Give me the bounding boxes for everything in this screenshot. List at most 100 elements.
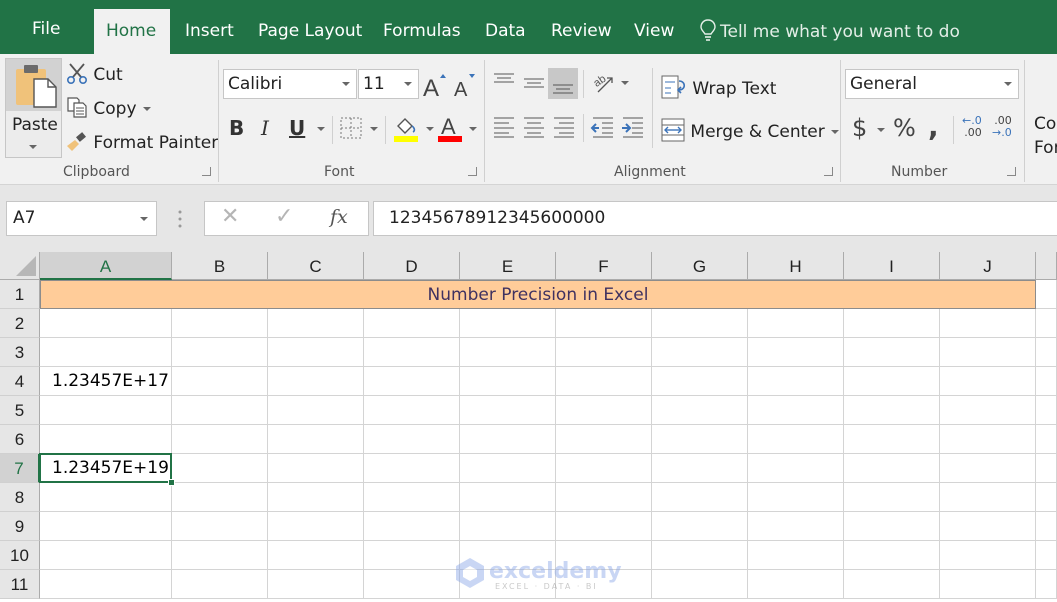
cell-d3[interactable]: [364, 338, 460, 367]
underline-dropdown-icon[interactable]: [317, 127, 325, 131]
cell-f10[interactable]: [556, 541, 652, 570]
cell-a3[interactable]: [40, 338, 172, 367]
cell-overflow[interactable]: [1036, 338, 1057, 367]
align-center-button[interactable]: [521, 114, 547, 144]
column-header-b[interactable]: B: [172, 252, 268, 280]
cell-b11[interactable]: [172, 570, 268, 599]
cut-button[interactable]: Cut: [66, 62, 123, 85]
copy-dropdown-icon[interactable]: [142, 107, 151, 111]
cell-g2[interactable]: [652, 309, 748, 338]
merged-title-cell-a1-j1[interactable]: Number Precision in Excel: [40, 280, 1036, 309]
cell-i4[interactable]: [844, 367, 940, 396]
middle-align-button[interactable]: [521, 68, 547, 102]
increase-font-size-button[interactable]: A: [423, 72, 447, 102]
copy-button[interactable]: Copy: [66, 96, 151, 119]
cell-d10[interactable]: [364, 541, 460, 570]
number-launcher-icon[interactable]: [1007, 167, 1016, 176]
cell-i5[interactable]: [844, 396, 940, 425]
orientation-dropdown-icon[interactable]: [621, 81, 629, 85]
cell-g10[interactable]: [652, 541, 748, 570]
cell-a8[interactable]: [40, 483, 172, 512]
row-header-4[interactable]: 4: [0, 367, 40, 396]
increase-decimal-button[interactable]: ←.0 .00: [962, 115, 982, 139]
cell-j5[interactable]: [940, 396, 1036, 425]
bottom-align-button[interactable]: [548, 68, 578, 99]
cell-j10[interactable]: [940, 541, 1036, 570]
comma-style-button[interactable]: ,: [928, 110, 939, 143]
cell-g8[interactable]: [652, 483, 748, 512]
cell-i11[interactable]: [844, 570, 940, 599]
cell-h8[interactable]: [748, 483, 844, 512]
column-header-e[interactable]: E: [460, 252, 556, 280]
cell-overflow[interactable]: [1036, 309, 1057, 338]
cell-b8[interactable]: [172, 483, 268, 512]
cell-a9[interactable]: [40, 512, 172, 541]
cell-e10[interactable]: [460, 541, 556, 570]
cell-f9[interactable]: [556, 512, 652, 541]
cell-g7[interactable]: [652, 454, 748, 483]
cell-d9[interactable]: [364, 512, 460, 541]
select-all-button[interactable]: [0, 252, 40, 280]
tab-insert[interactable]: Insert: [173, 9, 246, 54]
name-box[interactable]: A7: [6, 201, 157, 236]
cell-overflow[interactable]: [1036, 512, 1057, 541]
cell-b3[interactable]: [172, 338, 268, 367]
orientation-button[interactable]: ab: [591, 70, 614, 98]
row-header-6[interactable]: 6: [0, 425, 40, 454]
cell-g6[interactable]: [652, 425, 748, 454]
column-header-a[interactable]: A: [40, 252, 172, 280]
cell-h5[interactable]: [748, 396, 844, 425]
cell-a6[interactable]: [40, 425, 172, 454]
cell-g9[interactable]: [652, 512, 748, 541]
cell-overflow[interactable]: [1036, 396, 1057, 425]
cell-h9[interactable]: [748, 512, 844, 541]
font-color-dropdown-icon[interactable]: [469, 127, 477, 131]
cell-b2[interactable]: [172, 309, 268, 338]
cell-f6[interactable]: [556, 425, 652, 454]
formula-input[interactable]: 12345678912345600000: [373, 201, 1057, 236]
cell-c9[interactable]: [268, 512, 364, 541]
cell-i3[interactable]: [844, 338, 940, 367]
cell-a5[interactable]: [40, 396, 172, 425]
cell-b5[interactable]: [172, 396, 268, 425]
cell-overflow[interactable]: [1036, 483, 1057, 512]
tab-view[interactable]: View: [622, 9, 686, 54]
cell-i6[interactable]: [844, 425, 940, 454]
row-header-11[interactable]: 11: [0, 570, 40, 599]
wrap-text-button[interactable]: Wrap Text: [661, 74, 776, 100]
underline-button[interactable]: U: [289, 116, 305, 140]
cell-f11[interactable]: [556, 570, 652, 599]
currency-button[interactable]: $: [852, 114, 867, 142]
column-header-j[interactable]: J: [940, 252, 1036, 280]
column-header-h[interactable]: H: [748, 252, 844, 280]
fill-color-button[interactable]: [393, 114, 419, 146]
cell-b10[interactable]: [172, 541, 268, 570]
cell-j7[interactable]: [940, 454, 1036, 483]
cell-g3[interactable]: [652, 338, 748, 367]
cell-overflow[interactable]: [1036, 454, 1057, 483]
cell-a2[interactable]: [40, 309, 172, 338]
row-header-2[interactable]: 2: [0, 309, 40, 338]
insert-function-icon[interactable]: fx: [330, 206, 348, 228]
alignment-launcher-icon[interactable]: [824, 167, 833, 176]
cell-d7[interactable]: [364, 454, 460, 483]
cell-a10[interactable]: [40, 541, 172, 570]
cell-f7[interactable]: [556, 454, 652, 483]
drag-handle-icon[interactable]: [178, 209, 182, 229]
borders-dropdown-icon[interactable]: [370, 127, 378, 131]
font-name-select[interactable]: Calibri: [223, 69, 357, 99]
row-header-3[interactable]: 3: [0, 338, 40, 367]
cell-e9[interactable]: [460, 512, 556, 541]
column-header-g[interactable]: G: [652, 252, 748, 280]
cell-d4[interactable]: [364, 367, 460, 396]
column-header-c[interactable]: C: [268, 252, 364, 280]
cell-h11[interactable]: [748, 570, 844, 599]
cell-c4[interactable]: [268, 367, 364, 396]
cell-i8[interactable]: [844, 483, 940, 512]
cell-i7[interactable]: [844, 454, 940, 483]
cell-h7[interactable]: [748, 454, 844, 483]
cell-overflow[interactable]: [1036, 280, 1057, 309]
increase-indent-button[interactable]: [620, 114, 646, 144]
cell-i9[interactable]: [844, 512, 940, 541]
tab-file[interactable]: File: [20, 0, 72, 54]
